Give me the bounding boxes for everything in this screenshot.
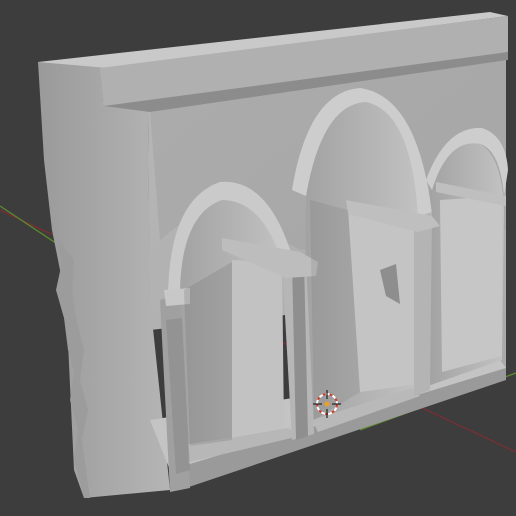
viewport-canvas[interactable]: [0, 0, 516, 516]
pier-right-front: [414, 212, 432, 396]
arch-left-inner-wall: [232, 260, 282, 440]
arch-right-inner-wall: [440, 196, 502, 372]
3d-viewport[interactable]: [0, 0, 516, 516]
arch-left-shadow: [184, 262, 232, 446]
arcade-wall-model[interactable]: [38, 12, 508, 498]
arch-center-inner-wall: [348, 208, 420, 392]
